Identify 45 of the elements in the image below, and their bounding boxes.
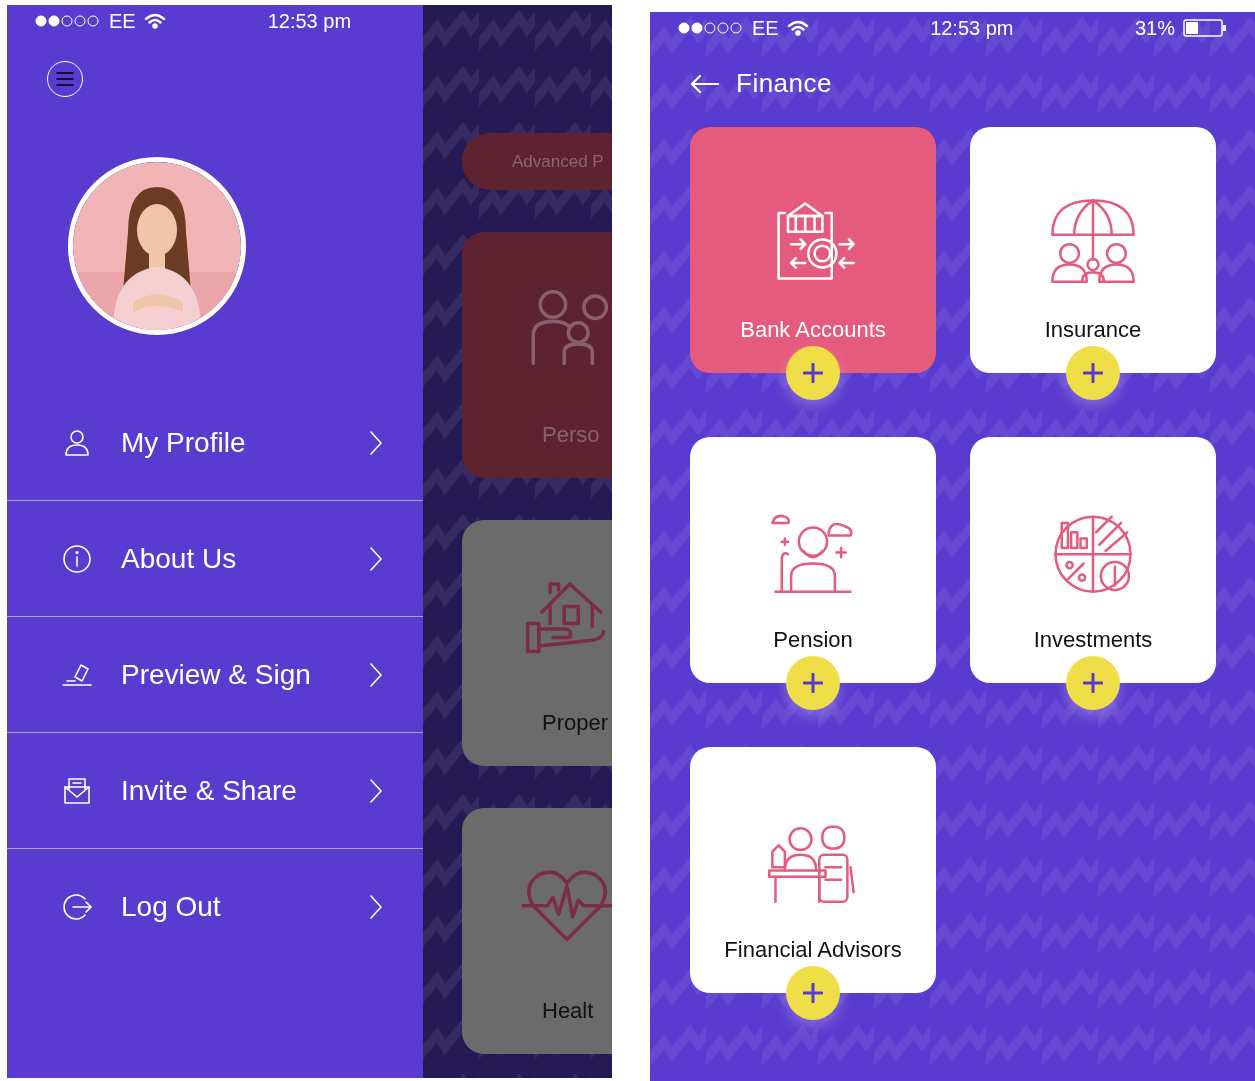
chevron-right-icon: [369, 777, 383, 804]
carrier-name: EE: [109, 9, 136, 33]
battery-percentage: 31%: [1134, 16, 1175, 40]
add-button[interactable]: [786, 656, 840, 710]
screen-title: Finance: [736, 68, 832, 99]
info-icon: [61, 542, 93, 575]
back-arrow-icon: [690, 73, 720, 94]
carrier-name: EE: [752, 16, 779, 40]
category-card[interactable]: Pension: [690, 437, 936, 683]
card-label: Healt: [542, 998, 595, 1024]
add-button[interactable]: [1066, 656, 1120, 710]
logout-icon: [61, 891, 93, 923]
chevron-right-icon: [369, 661, 383, 688]
battery-icon: [1183, 19, 1227, 37]
menu-item[interactable]: Log Out: [7, 849, 423, 965]
plus-icon: [1083, 673, 1103, 693]
wifi-icon: [143, 13, 166, 29]
card-label: Proper: [542, 710, 610, 736]
category-card[interactable]: Investments: [970, 437, 1216, 683]
chevron-right-icon: [369, 545, 383, 572]
add-button[interactable]: [1066, 346, 1120, 400]
plus-icon: [1083, 363, 1103, 383]
category-card[interactable]: Insurance: [970, 127, 1216, 373]
card-label: Bank Accounts: [740, 317, 886, 343]
plus-icon: [803, 673, 823, 693]
chevron-right-icon: [369, 429, 383, 456]
clock-time: 12:53 pm: [930, 16, 1014, 40]
clock-time: 12:53 pm: [267, 9, 352, 33]
add-button[interactable]: [786, 966, 840, 1020]
card-label: Pension: [773, 627, 853, 653]
chevron-right-icon: [369, 894, 383, 920]
card-label: Investments: [1033, 627, 1153, 653]
wifi-icon: [786, 20, 809, 36]
plus-icon: [803, 363, 823, 383]
filter-pill: Advanced P: [462, 133, 612, 190]
card-label: Financial Advisors: [724, 937, 902, 963]
signal-icon: [35, 15, 101, 27]
category-card[interactable]: Financial Advisors: [690, 747, 936, 993]
add-button[interactable]: [786, 346, 840, 400]
menu-icon: [56, 72, 74, 86]
plus-icon: [803, 983, 823, 1003]
card-label: Perso: [542, 422, 601, 448]
signal-icon: [678, 22, 744, 34]
back-button[interactable]: [690, 73, 720, 94]
card-label: Insurance: [1044, 317, 1142, 343]
